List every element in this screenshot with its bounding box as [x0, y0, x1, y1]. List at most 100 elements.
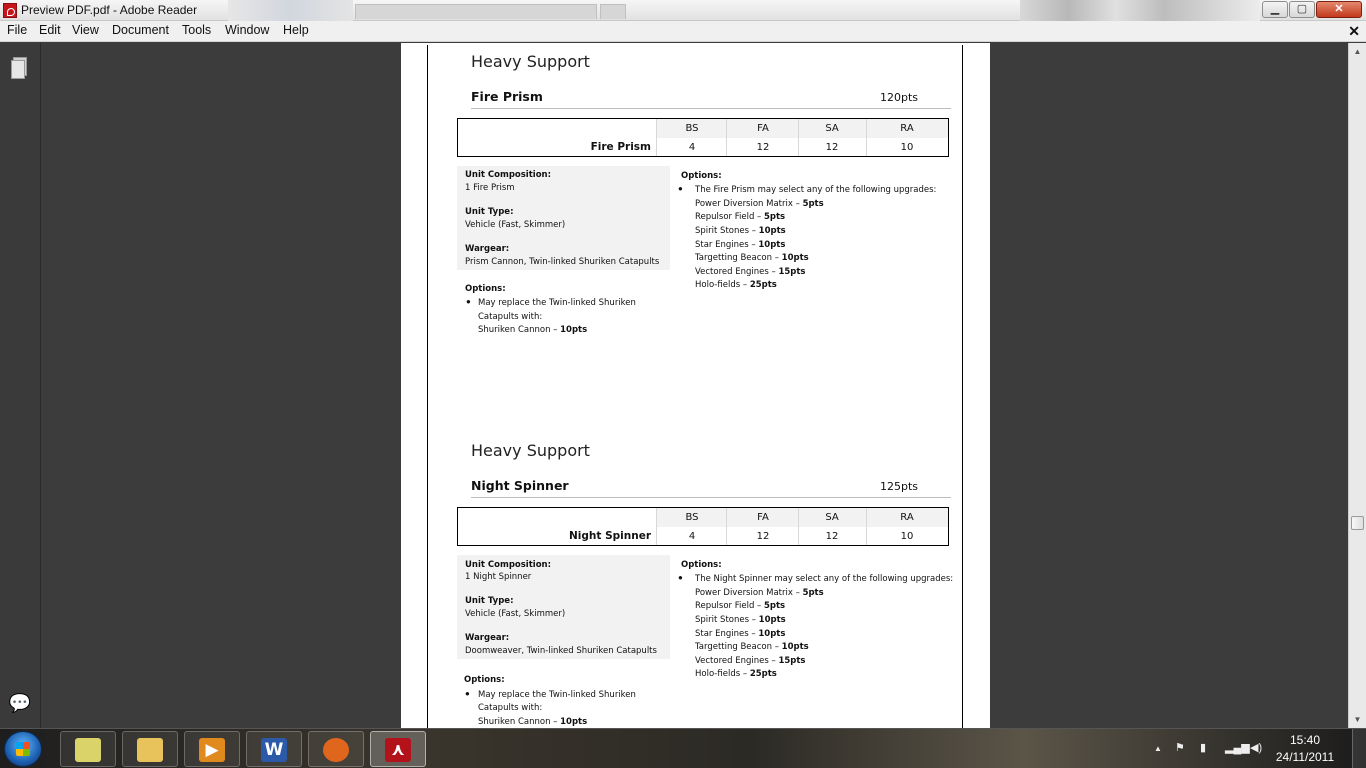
composition-label: Unit Composition:: [465, 170, 551, 180]
stat-value-ra: 10: [900, 142, 914, 153]
upgrade-item: Vectored Engines – 15pts: [695, 267, 806, 277]
menu-document[interactable]: Document: [112, 23, 169, 37]
stat-col-rule: [798, 508, 799, 545]
composition-text: 1 Fire Prism: [465, 183, 515, 193]
stat-table: BS FA SA RA Fire Prism 4 12 12 10: [457, 118, 949, 157]
right-options-label: Options:: [681, 171, 722, 181]
stat-value-ra: 10: [900, 531, 914, 542]
stat-col-rule: [798, 119, 799, 156]
vertical-scrollbar[interactable]: ▲ ▼: [1348, 43, 1366, 728]
upgrade-item: Spirit Stones – 10pts: [695, 615, 786, 625]
stat-col-rule: [726, 119, 727, 156]
menu-file[interactable]: File: [7, 23, 27, 37]
folder-icon: [137, 738, 163, 762]
minimize-button[interactable]: ▁: [1262, 1, 1288, 18]
background-window-blur-right: [1020, 0, 1260, 21]
unit-points: 125pts: [879, 480, 918, 493]
composition-text: 1 Night Spinner: [465, 572, 532, 582]
menu-bar: File Edit View Document Tools Window Hel…: [0, 21, 1366, 42]
action-center-flag-icon[interactable]: ⚑: [1175, 741, 1185, 754]
taskbar-media-player[interactable]: ▶: [184, 731, 240, 767]
battery-icon[interactable]: ▮: [1200, 741, 1206, 754]
menu-window[interactable]: Window: [225, 23, 269, 37]
bullet: ●: [678, 573, 683, 582]
wargear-text: Prism Cannon, Twin-linked Shuriken Catap…: [465, 257, 660, 267]
close-document-icon[interactable]: ✕: [1348, 23, 1360, 40]
scroll-down-arrow[interactable]: ▼: [1349, 711, 1366, 728]
stat-table: BS FA SA RA Night Spinner 4 12 12 10: [457, 507, 949, 546]
upgrade-item: Star Engines – 10pts: [695, 629, 786, 639]
close-button[interactable]: ✕: [1316, 1, 1362, 18]
show-desktop-button[interactable]: [1352, 729, 1366, 768]
upgrade-item: Targetting Beacon – 10pts: [695, 642, 809, 652]
stat-col-rule: [866, 508, 867, 545]
stat-value-sa: 12: [825, 142, 839, 153]
left-option-line: Catapults with:: [478, 312, 543, 322]
unit-info-box: [457, 555, 670, 659]
unit-points: 120pts: [879, 91, 918, 104]
section-heading: Heavy Support: [471, 52, 590, 71]
upgrade-item: Repulsor Field – 5pts: [695, 212, 786, 222]
stat-header-ra: RA: [900, 512, 914, 523]
volume-icon[interactable]: ◀): [1250, 741, 1262, 754]
taskbar-microsoft-word[interactable]: W: [246, 731, 302, 767]
menu-edit[interactable]: Edit: [39, 23, 61, 37]
menu-view[interactable]: View: [72, 23, 99, 37]
maximize-button[interactable]: ▢: [1289, 1, 1315, 18]
unit-type-label: Unit Type:: [465, 207, 514, 217]
start-button[interactable]: [4, 731, 42, 767]
menu-help[interactable]: Help: [283, 23, 309, 37]
stat-header-fa: FA: [757, 123, 769, 134]
upgrade-item: Spirit Stones – 10pts: [695, 226, 786, 236]
wargear-label: Wargear:: [465, 633, 510, 643]
scroll-up-arrow[interactable]: ▲: [1349, 43, 1366, 60]
stat-header-fa: FA: [757, 512, 769, 523]
title-bar: Preview PDF.pdf - Adobe Reader ▁ ▢ ✕: [0, 0, 1366, 21]
clock-time[interactable]: 15:40: [1270, 733, 1340, 747]
upgrades-intro: The Fire Prism may select any of the fol…: [695, 185, 937, 195]
taskbar-firefox[interactable]: [308, 731, 364, 767]
stat-header-ra: RA: [900, 123, 914, 134]
adobe-reader-icon: ⋏: [385, 738, 411, 762]
stat-col-rule: [866, 119, 867, 156]
left-option-line: Shuriken Cannon – 10pts: [478, 325, 588, 335]
show-hidden-icons-button[interactable]: ▲: [1154, 744, 1162, 753]
upgrade-item: Star Engines – 10pts: [695, 240, 786, 250]
left-option-line: Catapults with:: [478, 703, 543, 713]
right-options-label: Options:: [681, 560, 722, 570]
media-player-icon: ▶: [199, 738, 225, 762]
taskbar-sticky-notes[interactable]: [60, 731, 116, 767]
upgrade-item: Repulsor Field – 5pts: [695, 601, 786, 611]
word-icon: W: [261, 738, 287, 762]
stat-header-bs: BS: [685, 512, 699, 523]
bullet: ●: [678, 184, 683, 193]
scroll-thumb[interactable]: [1351, 516, 1364, 530]
upgrade-item: Power Diversion Matrix – 5pts: [695, 199, 824, 209]
stat-row-name: Night Spinner: [569, 530, 651, 542]
menu-tools[interactable]: Tools: [182, 23, 211, 37]
unit-title: Night Spinner: [471, 478, 569, 493]
wargear-text: Doomweaver, Twin-linked Shuriken Catapul…: [465, 646, 657, 656]
background-new-tab: [600, 4, 626, 19]
stat-value-fa: 12: [756, 531, 770, 542]
unit-type-label: Unit Type:: [465, 596, 514, 606]
left-option-line: May replace the Twin-linked Shuriken: [478, 298, 636, 308]
background-browser-tab: [355, 4, 597, 19]
navigation-pane: 💬 🖇: [0, 43, 41, 758]
network-signal-icon[interactable]: ▂▄▆: [1225, 741, 1250, 754]
document-area[interactable]: Heavy Support Fire Prism 120pts BS FA SA…: [41, 43, 1348, 728]
stat-header-sa: SA: [825, 512, 839, 523]
taskbar-adobe-reader[interactable]: ⋏: [370, 731, 426, 767]
upgrade-item: Holo-fields – 25pts: [695, 669, 777, 679]
comments-icon[interactable]: 💬: [8, 691, 32, 715]
window-title: Preview PDF.pdf - Adobe Reader: [21, 3, 198, 17]
clock-date[interactable]: 24/11/2011: [1270, 750, 1340, 764]
stat-value-bs: 4: [688, 142, 696, 153]
left-options-label: Options:: [464, 675, 505, 685]
stat-value-bs: 4: [688, 531, 696, 542]
left-options-label: Options:: [465, 284, 506, 294]
taskbar-windows-explorer[interactable]: [122, 731, 178, 767]
page-thumbnails-icon[interactable]: [8, 55, 32, 79]
upgrade-item: Targetting Beacon – 10pts: [695, 253, 809, 263]
stat-col-rule: [656, 119, 657, 156]
